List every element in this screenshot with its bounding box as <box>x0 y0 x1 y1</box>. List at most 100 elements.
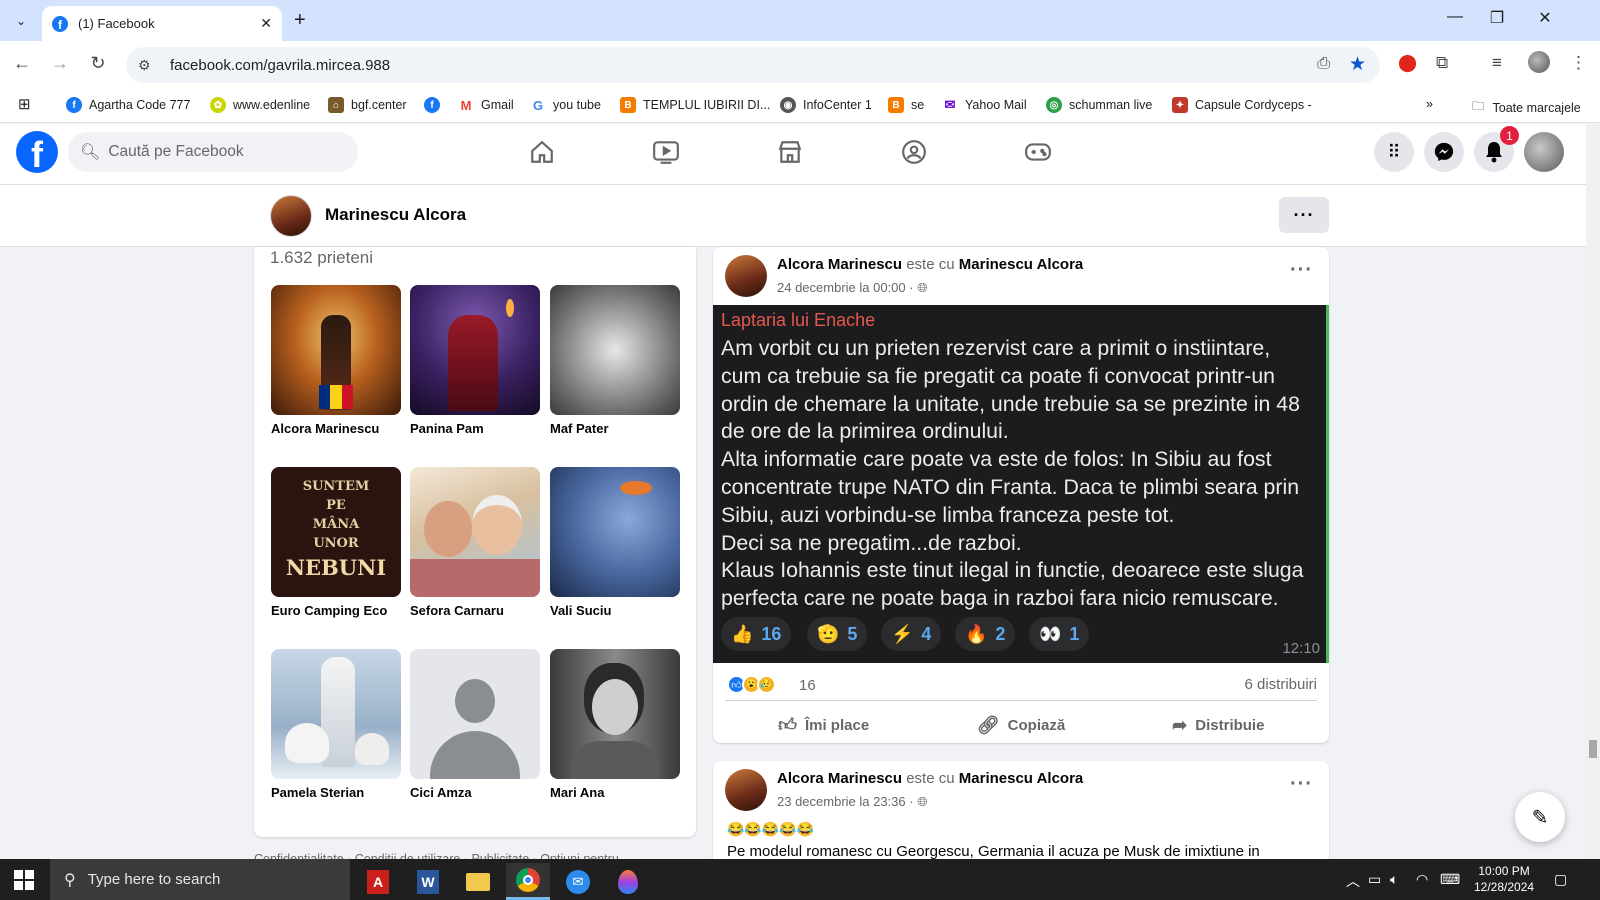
notification-center-icon[interactable]: ▢ <box>1554 871 1567 888</box>
window-close-icon[interactable]: ✕ <box>1530 8 1560 28</box>
acrobat-app-icon[interactable]: A <box>356 863 400 900</box>
site-settings-icon[interactable]: ⚙ <box>138 57 156 74</box>
bookmark-item[interactable]: Gyou tube <box>530 97 601 113</box>
friend-tile[interactable]: Pamela Sterian <box>271 649 401 800</box>
forward-icon[interactable]: → <box>48 53 72 74</box>
taskbar-clock[interactable]: 10:00 PM 12/28/2024 <box>1474 863 1534 895</box>
bookmark-item[interactable]: ⌂ bgf.center <box>328 97 407 113</box>
bookmark-item[interactable]: ✦ Capsule Cordyceps - <box>1172 97 1312 113</box>
bookmark-item[interactable]: ✉ Yahoo Mail <box>942 97 1027 113</box>
reaction-count[interactable]: 16 <box>799 677 816 694</box>
clock-time: 10:00 PM <box>1478 864 1530 878</box>
wifi-icon[interactable]: ◠ <box>1416 871 1428 888</box>
friend-tile[interactable]: Maf Pater <box>550 285 680 436</box>
marketplace-nav-icon[interactable] <box>775 139 805 165</box>
windows-start-icon[interactable] <box>14 870 34 890</box>
file-explorer-icon[interactable] <box>456 863 500 900</box>
copy-button[interactable]: 🔗︎ Copiază <box>922 703 1119 747</box>
bookmark-item[interactable]: ✿ www.edenline <box>210 97 310 113</box>
notification-badge: 1 <box>1500 126 1519 145</box>
like-button[interactable]: 👍︎ Îmi place <box>725 703 922 747</box>
opera-extension-icon[interactable]: ⬤ <box>1398 53 1417 73</box>
address-bar[interactable]: ⚙ facebook.com/gavrila.mircea.988 ⎙ ★ <box>126 47 1380 83</box>
account-avatar[interactable] <box>1524 132 1564 172</box>
bookmark-item[interactable]: Bse <box>888 97 924 113</box>
post-tagged-person[interactable]: Marinescu Alcora <box>959 256 1084 273</box>
friend-photo <box>550 467 680 597</box>
messaging-app-icon[interactable]: ✉ <box>556 863 600 900</box>
post-author-avatar[interactable] <box>725 769 767 811</box>
friend-tile[interactable]: SUNTEM PE MÂNA UNOR NEBUNI Euro Camping … <box>271 467 401 618</box>
profile-more-button[interactable]: ··· <box>1279 197 1329 233</box>
message-reaction: 👍 16 <box>721 617 792 651</box>
bookmark-star-icon[interactable]: ★ <box>1349 53 1366 76</box>
install-app-icon[interactable]: ⎙ <box>1317 55 1330 73</box>
profile-name[interactable]: Marinescu Alcora <box>325 205 466 225</box>
post-author-avatar[interactable] <box>725 255 767 297</box>
tab-search-icon[interactable]: ⌄ <box>8 8 34 34</box>
paint-app-icon[interactable] <box>606 863 650 900</box>
bookmark-item[interactable]: ◉ InfoCenter 1 <box>780 97 872 113</box>
home-nav-icon[interactable] <box>527 139 557 165</box>
gaming-nav-icon[interactable] <box>1023 139 1053 165</box>
post-date[interactable]: 23 decembrie la 23:36 · <box>777 794 914 809</box>
chrome-menu-icon[interactable]: ⋮ <box>1570 53 1587 73</box>
facebook-logo-icon[interactable]: f <box>16 131 58 173</box>
bookmark-item[interactable]: M Gmail <box>458 97 514 113</box>
tray-chevron-icon[interactable]: ︿ <box>1346 871 1360 891</box>
bookmark-item[interactable]: f Agartha Code 777 <box>66 97 190 113</box>
share-count[interactable]: 6 distribuiri <box>1244 676 1317 693</box>
menu-grid-icon[interactable]: ⠿ <box>1374 132 1414 172</box>
reaction-icons[interactable]: 👍︎ 😮 😥 <box>727 675 776 694</box>
reload-icon[interactable]: ↻ <box>86 53 110 74</box>
all-bookmarks-folder[interactable]: 🗀 Toate marcajele <box>1472 97 1581 118</box>
taskbar-search-input[interactable]: ⚲ Type here to search <box>50 859 350 900</box>
extensions-puzzle-icon[interactable]: ⧉ <box>1436 53 1448 73</box>
bookmarks-overflow-icon[interactable]: » <box>1426 97 1433 111</box>
friend-tile[interactable]: Panina Pam <box>410 285 540 436</box>
post-tagged-person[interactable]: Marinescu Alcora <box>959 770 1084 787</box>
battery-icon[interactable]: ▭ <box>1368 871 1381 888</box>
new-message-compose-button[interactable]: ✎ <box>1515 792 1565 842</box>
bookmark-item-facebook[interactable]: f <box>424 97 447 113</box>
messenger-icon[interactable] <box>1424 132 1464 172</box>
url-text[interactable]: facebook.com/gavrila.mircea.988 <box>170 57 390 74</box>
post-options-icon[interactable]: ··· <box>1290 259 1313 282</box>
post-options-icon[interactable]: ··· <box>1290 773 1313 796</box>
friend-tile[interactable]: Sefora Carnaru <box>410 467 540 618</box>
friend-tile[interactable]: Alcora Marinescu <box>271 285 401 436</box>
friend-tile[interactable]: Cici Amza <box>410 649 540 800</box>
keyboard-icon[interactable]: ⌨ <box>1440 871 1460 888</box>
page-scrollbar[interactable] <box>1586 124 1600 859</box>
message-reaction: ⚡ 4 <box>881 617 942 651</box>
groups-nav-icon[interactable] <box>899 139 929 165</box>
share-button[interactable]: ➦ Distribuie <box>1120 703 1317 747</box>
bookmark-item[interactable]: ◎ schumman live <box>1046 97 1152 113</box>
profile-avatar[interactable] <box>270 195 312 237</box>
profile-avatar-icon[interactable] <box>1528 51 1550 73</box>
post-author[interactable]: Alcora Marinescu <box>777 256 902 273</box>
friends-count[interactable]: 1.632 prieteni <box>270 248 373 268</box>
minimize-icon[interactable]: — <box>1440 8 1470 26</box>
volume-icon[interactable]: 🔈︎ <box>1390 871 1398 888</box>
post-image[interactable]: Laptaria lui Enache Am vorbit cu un prie… <box>713 305 1329 663</box>
video-nav-icon[interactable] <box>651 139 681 165</box>
chrome-app-icon[interactable] <box>506 863 550 900</box>
apps-grid-icon[interactable]: ⊞ <box>18 95 31 113</box>
friend-tile[interactable]: Mari Ana <box>550 649 680 800</box>
post-date[interactable]: 24 decembrie la 00:00 · <box>777 280 914 295</box>
word-app-icon[interactable]: W <box>406 863 450 900</box>
new-tab-icon[interactable]: + <box>294 9 306 32</box>
media-controls-icon[interactable]: ≡ <box>1492 53 1502 73</box>
post-meta: 24 decembrie la 00:00 · 🌐︎ <box>777 280 928 296</box>
restore-icon[interactable]: ❐ <box>1482 8 1512 28</box>
friend-tile[interactable]: Vali Suciu <box>550 467 680 618</box>
back-icon[interactable]: ← <box>10 53 34 74</box>
bookmark-item[interactable]: B TEMPLUL IUBIRII DI... <box>620 97 770 113</box>
browser-tab[interactable]: f (1) Facebook ✕ <box>42 6 282 41</box>
scrollbar-thumb[interactable] <box>1589 740 1597 758</box>
post-author[interactable]: Alcora Marinescu <box>777 770 902 787</box>
tab-close-icon[interactable]: ✕ <box>260 15 272 32</box>
facebook-favicon-icon: f <box>52 15 68 32</box>
facebook-search-input[interactable]: 🔍︎ Caută pe Facebook <box>68 132 358 172</box>
